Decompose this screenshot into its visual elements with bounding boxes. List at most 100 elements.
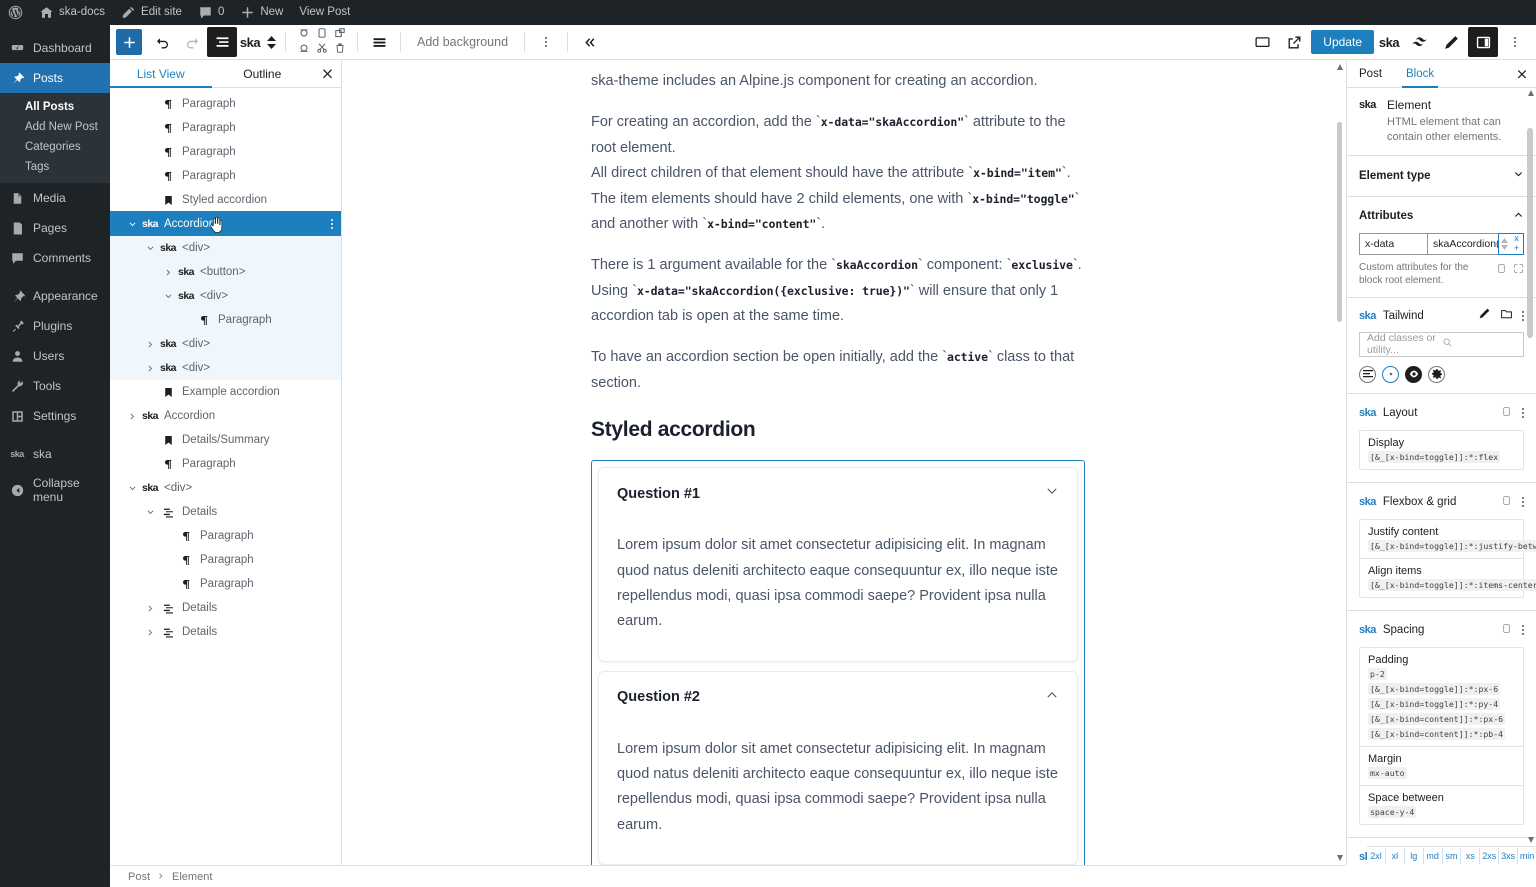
sidebar-item-pages[interactable]: Pages xyxy=(0,213,110,243)
sidebar-item-ska[interactable]: ska ska xyxy=(0,439,110,469)
update-button[interactable]: Update xyxy=(1311,30,1374,54)
chevron-down-icon[interactable] xyxy=(142,244,158,253)
block-tree-row[interactable]: ska <button> xyxy=(110,260,341,284)
sidebar-subitem-tags[interactable]: Tags xyxy=(0,157,110,177)
breakpoint-sm[interactable]: sm xyxy=(1443,848,1462,864)
breadcrumb-item-element[interactable]: Element xyxy=(172,871,212,883)
block-tree-row[interactable]: Paragraph xyxy=(110,308,341,332)
sidebar-subitem-categories[interactable]: Categories xyxy=(0,137,110,157)
block-tree-row[interactable]: ska Accordion xyxy=(110,404,341,428)
content-paragraph[interactable]: For creating an accordion, add the `x-da… xyxy=(591,110,1085,237)
dot-mode-icon[interactable] xyxy=(1382,365,1399,383)
utility-class[interactable]: [&_[x-bind=toggle]]:*:py-4 xyxy=(1368,697,1501,710)
canvas-scroll-thumb[interactable] xyxy=(1337,122,1342,322)
list-mode-icon[interactable] xyxy=(1359,365,1376,383)
sidebar-item-plugins[interactable]: Plugins xyxy=(0,311,110,341)
block-tree-row[interactable]: ska <div> xyxy=(110,332,341,356)
utility-class[interactable]: [&_[x-bind=toggle]]:*:justify-between xyxy=(1368,539,1536,552)
chevron-down-icon[interactable] xyxy=(124,220,140,229)
block-tree-row[interactable]: Paragraph xyxy=(110,92,341,116)
sidebar-item-settings[interactable]: Settings xyxy=(0,401,110,431)
breadcrumb-item-post[interactable]: Post xyxy=(128,871,150,883)
block-tree-row[interactable]: ska <div> xyxy=(110,284,341,308)
tab-outline[interactable]: Outline xyxy=(212,60,314,87)
pen-icon[interactable] xyxy=(1478,307,1491,325)
breakpoint-md[interactable]: md xyxy=(1424,848,1443,864)
chevron-down-icon[interactable] xyxy=(142,508,158,517)
accordion-block[interactable]: Question #1 Lorem ipsum dolor sit amet co… xyxy=(591,460,1085,865)
tab-block[interactable]: Block xyxy=(1394,60,1446,88)
chevron-right-icon[interactable] xyxy=(142,364,158,373)
accordion-toggle[interactable]: Question #2 xyxy=(617,688,1059,707)
adminbar-comments[interactable]: 0 xyxy=(190,0,232,25)
copy-icon[interactable] xyxy=(1501,621,1512,639)
utility-group-options-icon[interactable] xyxy=(1522,496,1524,507)
block-tree-row[interactable]: ska <div> xyxy=(110,356,341,380)
sidebar-subitem-add-new-post[interactable]: Add New Post xyxy=(0,117,110,137)
copy-icon[interactable] xyxy=(1496,261,1507,279)
settings-sidebar-button[interactable] xyxy=(1468,27,1498,57)
breakpoint-lg[interactable]: lg xyxy=(1405,848,1424,864)
block-tree-row[interactable]: Example accordion xyxy=(110,380,341,404)
block-tree-row[interactable]: Paragraph xyxy=(110,548,341,572)
utility-class[interactable]: [&_[x-bind=toggle]]:*:items-center xyxy=(1368,578,1536,591)
sidebar-item-appearance[interactable]: Appearance xyxy=(0,281,110,311)
accordion-toggle[interactable]: Question #1 xyxy=(617,484,1059,503)
block-tree-row[interactable]: Details/Summary xyxy=(110,428,341,452)
utility-class[interactable]: p-2 xyxy=(1368,667,1387,680)
sidebar-item-comments[interactable]: Comments xyxy=(0,243,110,273)
copy-icon[interactable] xyxy=(1501,493,1512,511)
block-options-button[interactable] xyxy=(531,27,561,57)
chevron-down-icon[interactable] xyxy=(124,484,140,493)
sidebar-subitem-all-posts[interactable]: All Posts xyxy=(0,97,110,117)
expand-icon[interactable] xyxy=(1513,261,1524,279)
content-paragraph[interactable]: To have an accordion section be open ini… xyxy=(591,345,1085,396)
utility-class[interactable]: [&_[x-bind=toggle]]:*:px-6 xyxy=(1368,682,1501,695)
utility-class[interactable]: space-y-4 xyxy=(1368,805,1417,818)
close-list-view-button[interactable] xyxy=(313,60,341,87)
cut-icon[interactable] xyxy=(316,41,328,59)
breakpoint-xs[interactable]: xs xyxy=(1461,848,1481,864)
breakpoint-xl[interactable]: xl xyxy=(1386,848,1405,864)
align-button[interactable] xyxy=(364,27,394,57)
breakpoint-2xl[interactable]: 2xl xyxy=(1367,848,1386,864)
gear-mode-icon[interactable] xyxy=(1428,365,1445,383)
block-tree-row[interactable]: ska <div> xyxy=(110,236,341,260)
chevron-right-icon[interactable] xyxy=(160,268,176,277)
eye-mode-icon[interactable] xyxy=(1405,365,1422,383)
tailwind-toggle-button[interactable] xyxy=(1404,27,1434,57)
utility-property[interactable]: Display [&_[x-bind=toggle]]:*:flex xyxy=(1360,431,1523,469)
block-tree-row[interactable]: Details xyxy=(110,620,341,644)
attribute-value-input[interactable]: skaAccordion({e xyxy=(1427,232,1498,255)
sidebar-item-dashboard[interactable]: Dashboard xyxy=(0,33,110,63)
block-tree-row[interactable]: Paragraph xyxy=(110,116,341,140)
sidebar-item-users[interactable]: Users xyxy=(0,341,110,371)
utility-group-options-icon[interactable] xyxy=(1522,407,1524,418)
adminbar-view-post[interactable]: View Post xyxy=(291,0,358,25)
tab-list-view[interactable]: List View xyxy=(110,60,212,88)
block-tree-row[interactable]: Details xyxy=(110,500,341,524)
accordion-item[interactable]: Question #2 Lorem ipsum dolor sit amet co… xyxy=(598,670,1078,865)
collapse-toolbar-button[interactable] xyxy=(574,27,604,57)
preview-button[interactable] xyxy=(1247,27,1277,57)
chevron-up-icon[interactable] xyxy=(1513,207,1524,225)
tailwind-search[interactable]: Add classes or utility... xyxy=(1359,331,1524,357)
add-attribute-button[interactable]: + xyxy=(1514,243,1519,253)
utility-property[interactable]: Margin mx-auto xyxy=(1360,747,1523,786)
adminbar-edit-site[interactable]: Edit site xyxy=(113,0,190,25)
block-tree-row-options-icon[interactable] xyxy=(331,219,333,229)
chevron-right-icon[interactable] xyxy=(142,604,158,613)
adminbar-site-name[interactable]: ska-docs xyxy=(31,0,113,25)
scroll-down-icon[interactable] xyxy=(1526,835,1535,845)
scroll-down-icon[interactable] xyxy=(1336,853,1344,863)
utility-property[interactable]: Justify content [&_[x-bind=toggle]]:*:jus… xyxy=(1360,520,1536,559)
redo-button[interactable] xyxy=(177,27,207,57)
chevron-right-icon[interactable] xyxy=(142,340,158,349)
ska-breakpoint-stepper[interactable] xyxy=(263,27,279,57)
breakpoint-2xs[interactable]: 2xs xyxy=(1480,848,1500,864)
chevron-right-icon[interactable] xyxy=(142,628,158,637)
tab-post[interactable]: Post xyxy=(1347,60,1394,87)
block-tree-row[interactable]: Paragraph xyxy=(110,140,341,164)
adminbar-wordpress-logo[interactable] xyxy=(0,0,31,25)
sidebar-item-posts[interactable]: Posts xyxy=(0,63,110,93)
